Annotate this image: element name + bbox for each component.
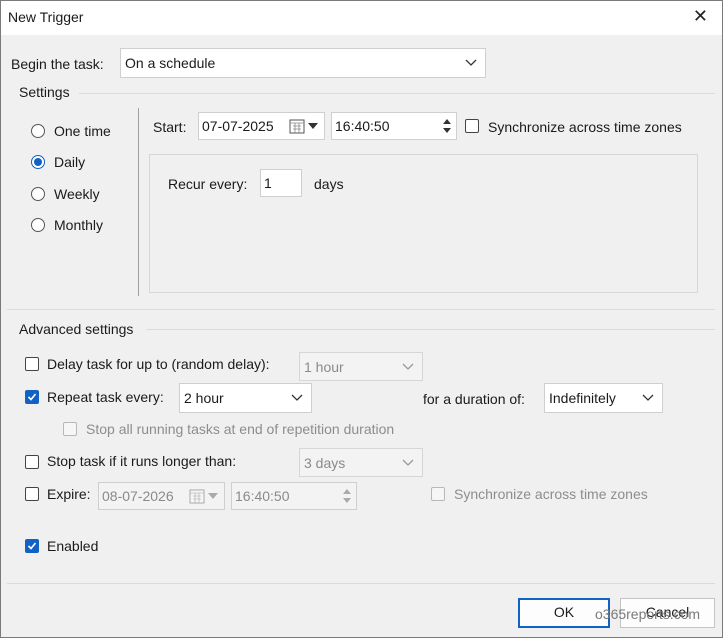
stop-all-checkbox[interactable] — [63, 422, 77, 436]
settings-separator — [138, 108, 139, 296]
delay-label[interactable]: Delay task for up to (random delay): — [47, 356, 270, 372]
start-label: Start: — [153, 119, 187, 135]
repeat-interval-value: 2 hour — [184, 390, 224, 406]
spinner-arrows-icon[interactable] — [340, 486, 354, 506]
settings-legend: Settings — [19, 84, 70, 100]
checkmark-icon — [27, 542, 37, 550]
spinner-arrows-icon[interactable] — [440, 116, 454, 136]
recur-input[interactable]: 1 — [260, 169, 302, 197]
start-date-picker[interactable]: 07-07-2025 — [198, 112, 325, 140]
start-date-value: 07-07-2025 — [202, 118, 274, 134]
stop-long-select[interactable]: 3 days — [299, 448, 423, 477]
delay-select[interactable]: 1 hour — [299, 352, 423, 381]
settings-group-bottom — [7, 309, 715, 310]
repeat-checkbox[interactable] — [25, 390, 39, 404]
delay-checkbox[interactable] — [25, 357, 39, 371]
expire-date-picker[interactable]: 08-07-2026 — [98, 482, 225, 510]
settings-group-border — [79, 93, 715, 94]
watermark: o365reports.com — [595, 606, 701, 622]
chevron-down-icon[interactable] — [208, 493, 218, 500]
delay-value: 1 hour — [304, 358, 344, 375]
calendar-icon[interactable] — [189, 488, 205, 504]
radio-daily[interactable] — [31, 155, 45, 169]
advanced-settings-legend: Advanced settings — [19, 321, 134, 337]
radio-monthly-label[interactable]: Monthly — [54, 217, 103, 233]
checkmark-icon — [27, 393, 37, 401]
recur-value: 1 — [264, 175, 272, 191]
chevron-down-icon — [465, 59, 477, 66]
begin-task-label: Begin the task: — [11, 56, 104, 72]
stop-all-label[interactable]: Stop all running tasks at end of repetit… — [86, 421, 394, 437]
duration-value: Indefinitely — [549, 390, 616, 406]
chevron-down-icon[interactable] — [308, 123, 318, 130]
expire-time-spinner[interactable]: 16:40:50 — [231, 482, 357, 510]
expire-date-value: 08-07-2026 — [102, 488, 174, 504]
expire-label[interactable]: Expire: — [47, 486, 91, 502]
enabled-label[interactable]: Enabled — [47, 538, 98, 554]
new-trigger-dialog: New Trigger ✕ Begin the task: On a sched… — [0, 0, 723, 638]
begin-task-select[interactable]: On a schedule — [120, 48, 486, 78]
chevron-down-icon — [642, 394, 654, 401]
recur-unit: days — [314, 176, 344, 192]
title-bar: New Trigger ✕ — [1, 1, 722, 35]
advanced-group-border — [146, 329, 715, 330]
stop-long-checkbox[interactable] — [25, 455, 39, 469]
radio-monthly[interactable] — [31, 218, 45, 232]
begin-task-value: On a schedule — [125, 55, 216, 71]
chevron-down-icon — [402, 363, 414, 370]
expire-sync-label[interactable]: Synchronize across time zones — [454, 486, 648, 502]
repeat-interval-select[interactable]: 2 hour — [179, 383, 312, 413]
duration-select[interactable]: Indefinitely — [544, 383, 663, 413]
start-time-value: 16:40:50 — [335, 118, 390, 134]
calendar-icon[interactable] — [289, 118, 305, 134]
sync-timezones-checkbox[interactable] — [465, 119, 479, 133]
repeat-label[interactable]: Repeat task every: — [47, 389, 164, 405]
radio-one-time-label[interactable]: One time — [54, 123, 111, 139]
advanced-group-bottom — [7, 583, 715, 584]
sync-timezones-label[interactable]: Synchronize across time zones — [488, 119, 682, 135]
stop-long-value: 3 days — [304, 454, 346, 471]
recur-label: Recur every: — [168, 176, 248, 192]
chevron-down-icon — [402, 459, 414, 466]
radio-daily-label[interactable]: Daily — [54, 154, 85, 170]
close-icon[interactable]: ✕ — [693, 6, 708, 27]
expire-time-value: 16:40:50 — [235, 488, 290, 504]
enabled-checkbox[interactable] — [25, 539, 39, 553]
radio-weekly-label[interactable]: Weekly — [54, 186, 100, 202]
expire-sync-checkbox[interactable] — [431, 487, 445, 501]
expire-checkbox[interactable] — [25, 487, 39, 501]
recur-panel — [149, 154, 698, 293]
duration-label: for a duration of: — [423, 391, 525, 407]
window-title: New Trigger — [8, 9, 84, 25]
start-time-spinner[interactable]: 16:40:50 — [331, 112, 457, 140]
radio-one-time[interactable] — [31, 124, 45, 138]
stop-long-label[interactable]: Stop task if it runs longer than: — [47, 453, 236, 469]
chevron-down-icon — [291, 394, 303, 401]
radio-weekly[interactable] — [31, 187, 45, 201]
